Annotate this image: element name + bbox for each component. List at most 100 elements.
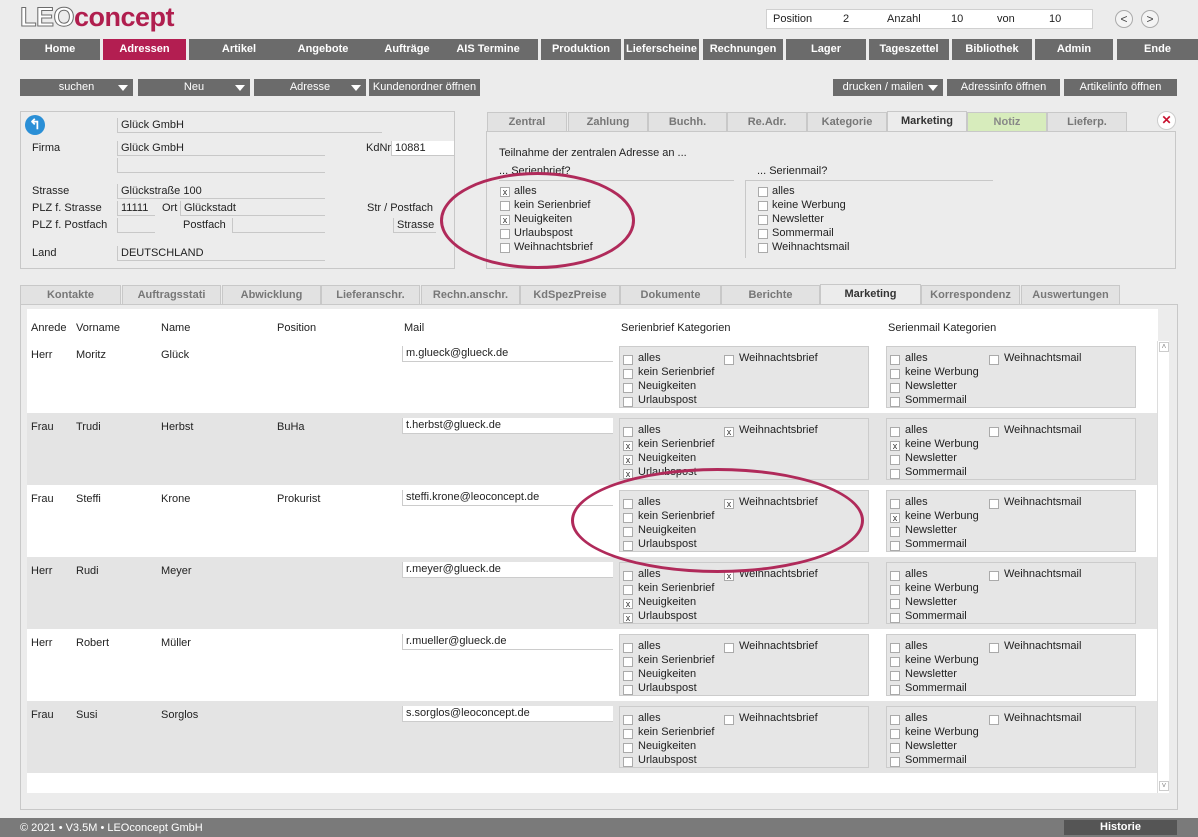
- str-postfach-select[interactable]: Strasse: [393, 218, 436, 233]
- checkbox-sommermail[interactable]: [890, 757, 900, 767]
- plz-field[interactable]: 11111: [117, 201, 155, 216]
- name1-field[interactable]: Glück GmbH: [117, 118, 382, 133]
- tab-rechn-anschr[interactable]: Rechn.anschr.: [421, 285, 520, 305]
- checkbox-weihnachtsmail[interactable]: [989, 355, 999, 365]
- tab-dokumente[interactable]: Dokumente: [620, 285, 721, 305]
- checkbox-weihnachtsbrief[interactable]: [724, 643, 734, 653]
- checkbox-neuigkeiten[interactable]: [623, 671, 633, 681]
- firma2-field[interactable]: [117, 158, 325, 173]
- nav-ende[interactable]: Ende: [1117, 39, 1198, 60]
- checkbox-sommermail[interactable]: [890, 397, 900, 407]
- strasse-field[interactable]: Glückstraße 100: [117, 184, 325, 199]
- checkbox-newsletter[interactable]: [890, 383, 900, 393]
- checkbox-neuigkeiten[interactable]: x: [623, 455, 633, 465]
- checkbox-keine-werbung[interactable]: [890, 657, 900, 667]
- checkbox-weihnachtsmail[interactable]: [989, 643, 999, 653]
- checkbox-keine-werbung[interactable]: [890, 729, 900, 739]
- checkbox-weihnachtsbrief[interactable]: x: [724, 427, 734, 437]
- tab-berichte[interactable]: Berichte: [721, 285, 820, 305]
- tab-kontakte[interactable]: Kontakte: [20, 285, 121, 305]
- checkbox-newsletter[interactable]: [890, 527, 900, 537]
- checkbox-newsletter[interactable]: [890, 671, 900, 681]
- checkbox-alles[interactable]: [890, 355, 900, 365]
- tab-re-adr[interactable]: Re.Adr.: [727, 112, 807, 132]
- checkbox-newsletter[interactable]: [890, 455, 900, 465]
- checkbox-alles[interactable]: [890, 499, 900, 509]
- checkbox-kein-serienbrief[interactable]: [623, 657, 633, 667]
- nav-lager[interactable]: Lager: [786, 39, 866, 60]
- kdnr-field[interactable]: 10881: [391, 141, 454, 156]
- plz-postfach-field[interactable]: [117, 218, 155, 233]
- previous-record-button[interactable]: <: [1115, 10, 1133, 28]
- checkbox-keine-werbung[interactable]: [890, 369, 900, 379]
- artikelinfo-button[interactable]: Artikelinfo öffnen: [1064, 79, 1177, 96]
- checkbox-keine-werbung[interactable]: x: [890, 513, 900, 523]
- checkbox-kein-serienbrief[interactable]: [623, 729, 633, 739]
- nav-ais-termine[interactable]: AIS Termine: [438, 39, 538, 60]
- checkbox-kein-serienbrief[interactable]: [623, 369, 633, 379]
- checkbox-urlaubspost[interactable]: [623, 685, 633, 695]
- checkbox-kein-serienbrief[interactable]: x: [623, 441, 633, 451]
- ort-field[interactable]: Glückstadt: [180, 201, 325, 216]
- suchen-dropdown[interactable]: suchen: [20, 79, 133, 96]
- tab-korrespondenz[interactable]: Korrespondenz: [921, 285, 1020, 305]
- land-field[interactable]: DEUTSCHLAND: [117, 246, 325, 261]
- checkbox-newsletter[interactable]: [758, 215, 768, 225]
- kundenordner-button[interactable]: Kundenordner öffnen: [369, 79, 480, 96]
- checkbox-alles[interactable]: [890, 643, 900, 653]
- checkbox-alles[interactable]: [890, 715, 900, 725]
- checkbox-sommermail[interactable]: [758, 229, 768, 239]
- checkbox-weihnachtsmail[interactable]: [989, 715, 999, 725]
- firma-field[interactable]: Glück GmbH: [117, 141, 325, 156]
- nav-tageszettel[interactable]: Tageszettel: [869, 39, 949, 60]
- mail-field[interactable]: s.sorglos@leoconcept.de: [402, 706, 613, 722]
- historie-button[interactable]: Historie: [1064, 820, 1177, 835]
- nav-home[interactable]: Home: [20, 39, 100, 60]
- checkbox-weihnachtsmail[interactable]: [989, 499, 999, 509]
- mail-field[interactable]: r.mueller@glueck.de: [402, 634, 613, 650]
- adresse-dropdown[interactable]: Adresse: [254, 79, 366, 96]
- checkbox-alles[interactable]: [623, 355, 633, 365]
- checkbox-sommermail[interactable]: [890, 613, 900, 623]
- checkbox-newsletter[interactable]: [890, 599, 900, 609]
- nav-produktion[interactable]: Produktion: [541, 39, 621, 60]
- close-icon[interactable]: ✕: [1157, 111, 1176, 130]
- nav-admin[interactable]: Admin: [1035, 39, 1113, 60]
- checkbox-urlaubspost[interactable]: [623, 757, 633, 767]
- checkbox-weihnachtsmail[interactable]: [758, 243, 768, 253]
- checkbox-alles[interactable]: [623, 643, 633, 653]
- mail-field[interactable]: t.herbst@glueck.de: [402, 418, 613, 434]
- tab-marketing[interactable]: Marketing: [820, 284, 921, 305]
- checkbox-sommermail[interactable]: [890, 541, 900, 551]
- scroll-up-icon[interactable]: ˄: [1159, 342, 1169, 352]
- tab-buchh[interactable]: Buchh.: [648, 112, 727, 132]
- tab-lieferanschr[interactable]: Lieferanschr.: [321, 285, 420, 305]
- checkbox-newsletter[interactable]: [890, 743, 900, 753]
- checkbox-weihnachtsbrief[interactable]: [724, 715, 734, 725]
- checkbox-keine-werbung[interactable]: [758, 201, 768, 211]
- tab-notiz[interactable]: Notiz: [967, 112, 1047, 132]
- nav-lieferscheine[interactable]: Lieferscheine: [624, 39, 699, 60]
- checkbox-alles[interactable]: [758, 187, 768, 197]
- checkbox-weihnachtsmail[interactable]: [989, 571, 999, 581]
- nav-bibliothek[interactable]: Bibliothek: [952, 39, 1032, 60]
- nav-rechnungen[interactable]: Rechnungen: [703, 39, 783, 60]
- mail-field[interactable]: r.meyer@glueck.de: [402, 562, 613, 578]
- checkbox-keine-werbung[interactable]: x: [890, 441, 900, 451]
- tab-auftragsstati[interactable]: Auftragsstati: [122, 285, 221, 305]
- tab-kategorie[interactable]: Kategorie: [807, 112, 887, 132]
- tab-lieferp[interactable]: Lieferp.: [1047, 112, 1127, 132]
- checkbox-kein-serienbrief[interactable]: [623, 585, 633, 595]
- scrollbar[interactable]: ˄ ˅: [1157, 341, 1169, 793]
- neu-dropdown[interactable]: Neu: [138, 79, 250, 96]
- checkbox-alles[interactable]: [623, 427, 633, 437]
- tab-abwicklung[interactable]: Abwicklung: [222, 285, 321, 305]
- checkbox-weihnachtsmail[interactable]: [989, 427, 999, 437]
- mail-field[interactable]: m.glueck@glueck.de: [402, 346, 613, 362]
- checkbox-urlaubspost[interactable]: [623, 397, 633, 407]
- drucken-mailen-dropdown[interactable]: drucken / mailen: [833, 79, 943, 96]
- tab-zahlung[interactable]: Zahlung: [568, 112, 648, 132]
- postfach-field[interactable]: [232, 218, 325, 233]
- back-arrow-icon[interactable]: ↰: [25, 115, 45, 135]
- checkbox-keine-werbung[interactable]: [890, 585, 900, 595]
